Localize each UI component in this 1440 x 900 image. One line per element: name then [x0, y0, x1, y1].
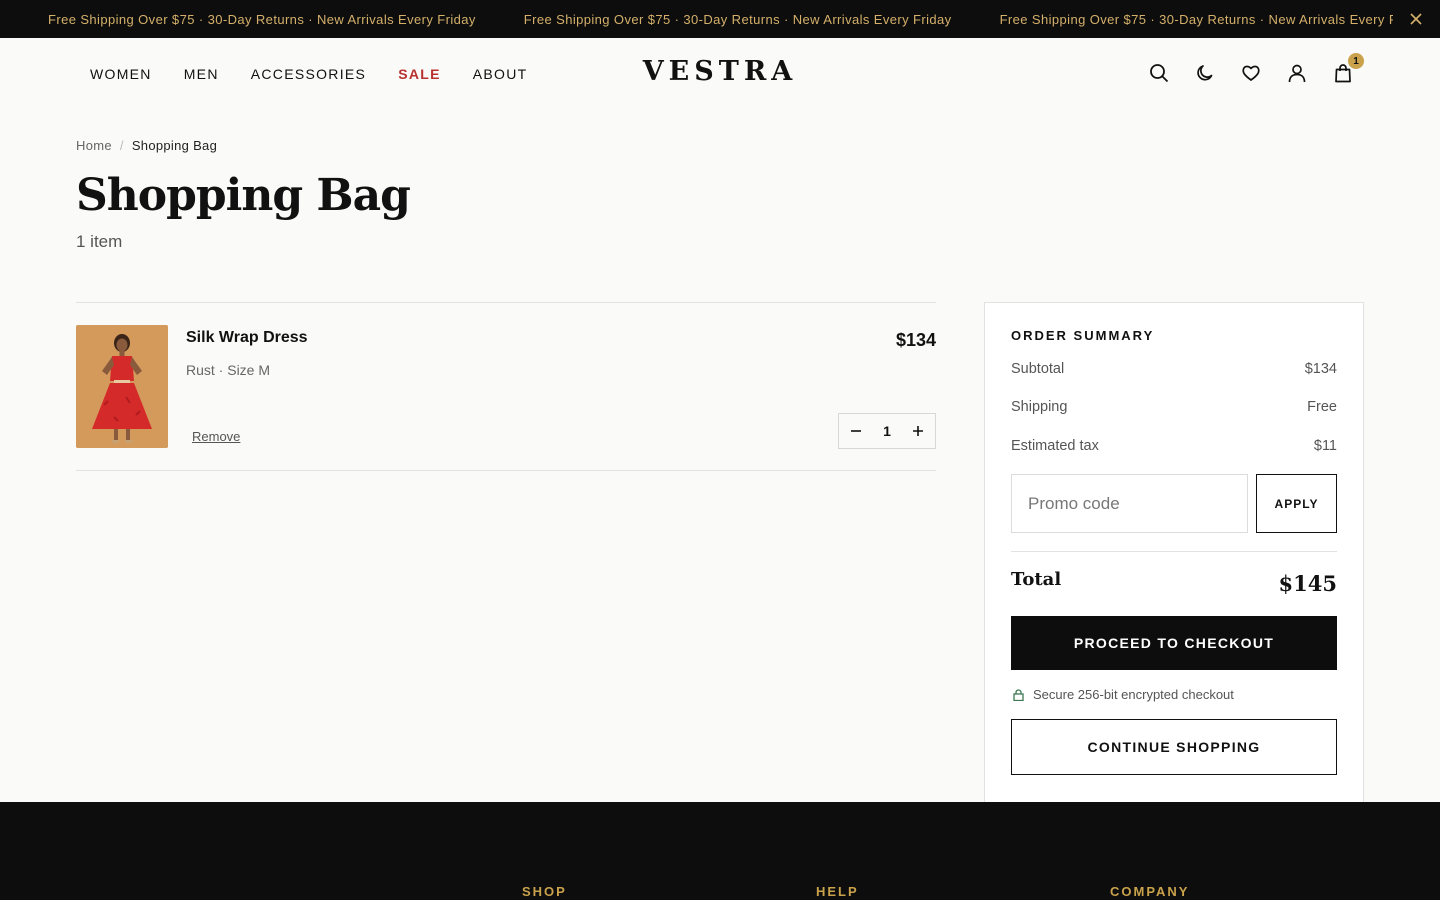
announcement-message: Free Shipping Over $75 · 30-Day Returns … [523, 11, 952, 27]
cart-item: Silk Wrap Dress Rust · Size M $134 Remov… [76, 303, 936, 471]
page-title: Shopping Bag [76, 170, 411, 221]
remove-item-link[interactable]: Remove [192, 429, 240, 444]
apply-promo-button[interactable]: APPLY [1256, 474, 1337, 533]
order-summary-title: ORDER SUMMARY [1011, 328, 1155, 343]
heart-icon [1242, 65, 1260, 81]
site-header: WOMEN MEN ACCESSORIES SALE ABOUT VESTRA … [0, 38, 1440, 110]
plus-icon [913, 426, 923, 436]
summary-row-subtotal: Subtotal $134 [1011, 361, 1337, 377]
minus-icon [851, 430, 861, 432]
breadcrumb-separator: / [119, 138, 124, 153]
moon-icon [1197, 65, 1213, 81]
order-summary: ORDER SUMMARY Subtotal $134 Shipping Fre… [984, 302, 1364, 802]
decrease-quantity-button[interactable] [839, 414, 873, 448]
cart-button[interactable]: 1 [1332, 53, 1364, 84]
summary-divider [1011, 551, 1337, 552]
theme-toggle-button[interactable] [1194, 62, 1216, 84]
wishlist-button[interactable] [1240, 62, 1262, 84]
shipping-value: Free [1307, 399, 1337, 415]
breadcrumb-home[interactable]: Home [76, 138, 112, 153]
announcement-track: Free Shipping Over $75 · 30-Day Returns … [48, 0, 1393, 38]
total-value: $145 [1278, 571, 1337, 596]
announcement-message: Free Shipping Over $75 · 30-Day Returns … [999, 11, 1393, 27]
summary-row-tax: Estimated tax $11 [1011, 438, 1337, 454]
secure-checkout-note: Secure 256-bit encrypted checkout [1013, 687, 1234, 702]
tax-value: $11 [1313, 438, 1337, 454]
product-name[interactable]: Silk Wrap Dress [186, 329, 308, 347]
increase-quantity-button[interactable] [901, 414, 935, 448]
item-count: 1 item [76, 232, 123, 251]
tax-label: Estimated tax [1011, 438, 1099, 454]
subtotal-value: $134 [1304, 361, 1337, 377]
cart-list: Silk Wrap Dress Rust · Size M $134 Remov… [76, 302, 936, 471]
lock-icon [1013, 688, 1024, 701]
dress-image [76, 325, 168, 448]
user-icon [1288, 64, 1306, 83]
close-announcement-button[interactable] [1406, 9, 1426, 29]
announcement-message: Free Shipping Over $75 · 30-Day Returns … [48, 11, 476, 27]
product-price: $134 [895, 330, 936, 350]
proceed-to-checkout-button[interactable]: PROCEED TO CHECKOUT [1011, 616, 1337, 670]
search-button[interactable] [1148, 62, 1170, 84]
search-icon [1150, 64, 1169, 83]
quantity-stepper: 1 [838, 413, 936, 449]
breadcrumb: Home / Shopping Bag [76, 138, 217, 153]
quantity-value[interactable]: 1 [873, 423, 901, 439]
site-footer: SHOP HELP COMPANY [0, 802, 1440, 900]
product-image[interactable] [76, 325, 168, 448]
secure-checkout-text: Secure 256-bit encrypted checkout [1033, 687, 1234, 702]
cart-count-badge: 1 [1348, 53, 1364, 69]
promo-code-input[interactable] [1011, 474, 1248, 533]
subtotal-label: Subtotal [1011, 361, 1065, 377]
announcement-bar: Free Shipping Over $75 · 30-Day Returns … [0, 0, 1440, 38]
close-icon [1410, 13, 1422, 25]
product-variant: Rust · Size M [186, 362, 271, 378]
footer-heading-shop: SHOP [522, 884, 567, 899]
header-icons: 1 [1148, 53, 1364, 84]
total-label: Total [1011, 569, 1062, 590]
shipping-label: Shipping [1011, 399, 1068, 415]
breadcrumb-current: Shopping Bag [131, 138, 218, 153]
summary-row-shipping: Shipping Free [1011, 399, 1337, 415]
footer-heading-help: HELP [816, 884, 859, 899]
account-button[interactable] [1286, 62, 1308, 84]
footer-heading-company: COMPANY [1110, 884, 1190, 899]
continue-shopping-button[interactable]: CONTINUE SHOPPING [1011, 719, 1337, 775]
